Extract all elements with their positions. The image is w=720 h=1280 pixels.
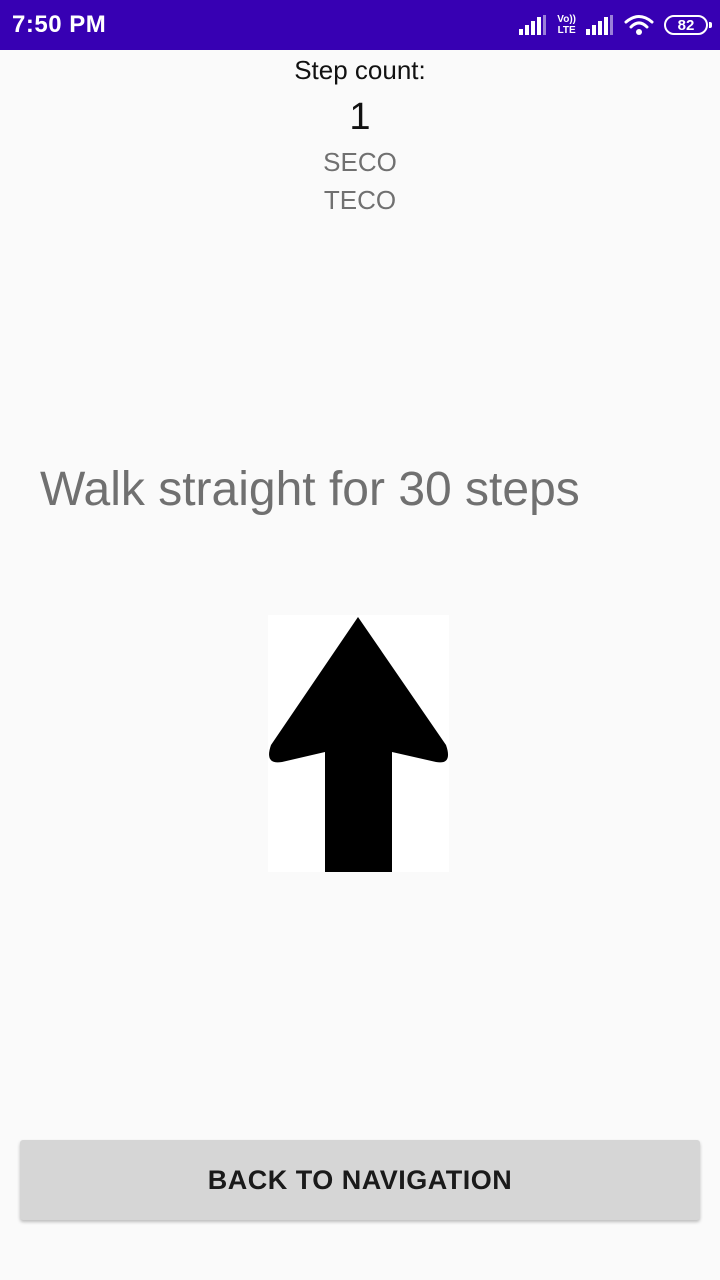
status-icons: Vo)) LTE 82 xyxy=(519,10,712,40)
step-navigation-screen: 7:50 PM Vo)) LTE 82 Step count: 1 SECO T… xyxy=(0,0,720,1280)
wifi-icon xyxy=(624,14,654,36)
signal-strength-icon-2 xyxy=(586,15,614,35)
battery-icon: 82 xyxy=(664,15,712,35)
battery-level: 82 xyxy=(677,16,695,34)
step-count-value: 1 xyxy=(349,96,371,138)
status-bar: 7:50 PM Vo)) LTE 82 xyxy=(0,0,720,50)
back-to-navigation-button[interactable]: BACK TO NAVIGATION xyxy=(20,1140,700,1220)
signal-strength-icon xyxy=(519,15,547,35)
instruction-text: Walk straight for 30 steps xyxy=(40,463,580,516)
arrow-up-icon xyxy=(268,615,449,872)
step-count-label: Step count: xyxy=(294,55,426,85)
volte-icon: Vo)) LTE xyxy=(557,14,576,36)
teco-label: TECO xyxy=(323,185,397,215)
seco-label: SECO xyxy=(323,147,397,177)
status-time: 7:50 PM xyxy=(12,11,107,38)
